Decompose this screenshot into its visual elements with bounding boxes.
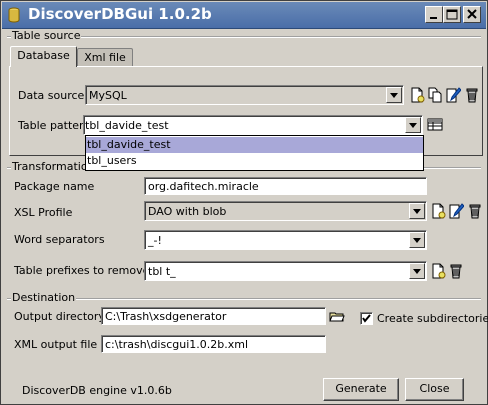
app-window: DiscoverDBGui 1.0.2b Table source Databa… <box>0 0 488 405</box>
new-prefix-button[interactable] <box>430 262 446 280</box>
trash-icon <box>466 88 478 103</box>
new-document-icon <box>432 263 446 279</box>
window-title: DiscoverDBGui 1.0.2b <box>28 5 212 23</box>
data-source-label: Data source <box>18 89 85 102</box>
close-button[interactable]: Close <box>405 378 464 401</box>
delete-profile-button[interactable] <box>467 202 483 220</box>
browse-directory-button[interactable] <box>329 307 345 325</box>
new-profile-button[interactable] <box>430 202 446 220</box>
chevron-down-icon[interactable] <box>386 87 402 103</box>
table-prefixes-label: Table prefixes to remove <box>14 264 150 277</box>
new-document-icon <box>411 87 425 103</box>
chevron-down-icon[interactable] <box>405 117 421 133</box>
table-pattern-select[interactable]: tbl_davide_test <box>83 115 423 135</box>
create-subdirectories-checkbox[interactable] <box>360 312 373 325</box>
table-pattern-dropdown-list: tbl_davide_test tbl_users <box>85 135 424 171</box>
table-source-group-label: Table source <box>11 29 82 42</box>
engine-version-status: DiscoverDB engine v1.0.6b <box>22 384 172 397</box>
table-prefixes-value: tbl t_ <box>148 265 176 278</box>
trash-icon <box>450 264 462 279</box>
destination-group-border <box>7 298 481 299</box>
data-source-select[interactable]: MySQL <box>85 85 404 105</box>
new-datasource-button[interactable] <box>409 86 425 104</box>
database-icon <box>8 7 20 23</box>
tab-xml-file[interactable]: Xml file <box>77 48 133 67</box>
output-directory-value: C:\Trash\xsdgenerator <box>105 310 227 323</box>
table-icon <box>427 118 443 131</box>
trash-icon <box>469 204 481 219</box>
tab-database[interactable]: Database <box>10 46 77 67</box>
delete-datasource-button[interactable] <box>464 86 480 104</box>
minimize-button[interactable] <box>425 6 443 23</box>
edit-datasource-button[interactable] <box>445 86 462 104</box>
chevron-down-icon[interactable] <box>409 203 425 219</box>
package-name-value: org.dafitech.miracle <box>148 180 259 193</box>
checkmark-icon <box>362 314 371 323</box>
package-name-label: Package name <box>14 180 95 193</box>
maximize-icon <box>446 9 458 20</box>
edit-icon <box>449 203 465 219</box>
xml-output-file-value: c:\trash\discgui1.0.2b.xml <box>105 338 249 351</box>
word-separators-label: Word separators <box>14 233 105 246</box>
table-prefixes-select[interactable]: tbl t_ <box>144 261 427 281</box>
generate-button[interactable]: Generate <box>323 378 399 401</box>
close-window-button[interactable] <box>463 6 481 23</box>
xsl-profile-select[interactable]: DAO with blob <box>144 201 427 221</box>
xsl-profile-label: XSL Profile <box>14 206 73 219</box>
transformation-group-label: Transformation <box>11 160 96 173</box>
delete-prefix-button[interactable] <box>448 262 464 280</box>
word-separators-value: _-! <box>148 234 162 247</box>
destination-group-label: Destination <box>11 291 77 304</box>
copy-icon <box>428 87 442 103</box>
folder-open-icon <box>329 312 345 322</box>
title-bar[interactable]: DiscoverDBGui 1.0.2b <box>2 2 486 29</box>
create-subdirectories-label[interactable]: Create subdirectories <box>377 312 488 325</box>
xml-output-file-label: XML output file <box>14 338 98 351</box>
xsl-profile-value: DAO with blob <box>148 205 227 218</box>
table-pattern-label: Table pattern <box>18 119 91 132</box>
xml-output-file-input[interactable]: c:\trash\discgui1.0.2b.xml <box>101 335 326 353</box>
edit-icon <box>446 87 462 103</box>
dropdown-option[interactable]: tbl_davide_test <box>86 137 423 153</box>
output-directory-input[interactable]: C:\Trash\xsdgenerator <box>101 307 326 325</box>
table-browser-button[interactable] <box>427 115 443 133</box>
output-directory-label: Output directory <box>14 310 105 323</box>
maximize-button[interactable] <box>443 6 461 23</box>
word-separators-select[interactable]: _-! <box>144 230 427 250</box>
dropdown-option[interactable]: tbl_users <box>86 153 423 169</box>
package-name-input[interactable]: org.dafitech.miracle <box>144 177 427 195</box>
copy-datasource-button[interactable] <box>427 86 443 104</box>
new-document-icon <box>432 203 446 219</box>
close-icon <box>467 9 477 19</box>
minimize-icon <box>430 17 437 19</box>
chevron-down-icon[interactable] <box>409 263 425 279</box>
edit-profile-button[interactable] <box>448 202 465 220</box>
chevron-down-icon[interactable] <box>409 232 425 248</box>
data-source-value: MySQL <box>89 89 127 102</box>
table-pattern-value: tbl_davide_test <box>85 119 169 132</box>
